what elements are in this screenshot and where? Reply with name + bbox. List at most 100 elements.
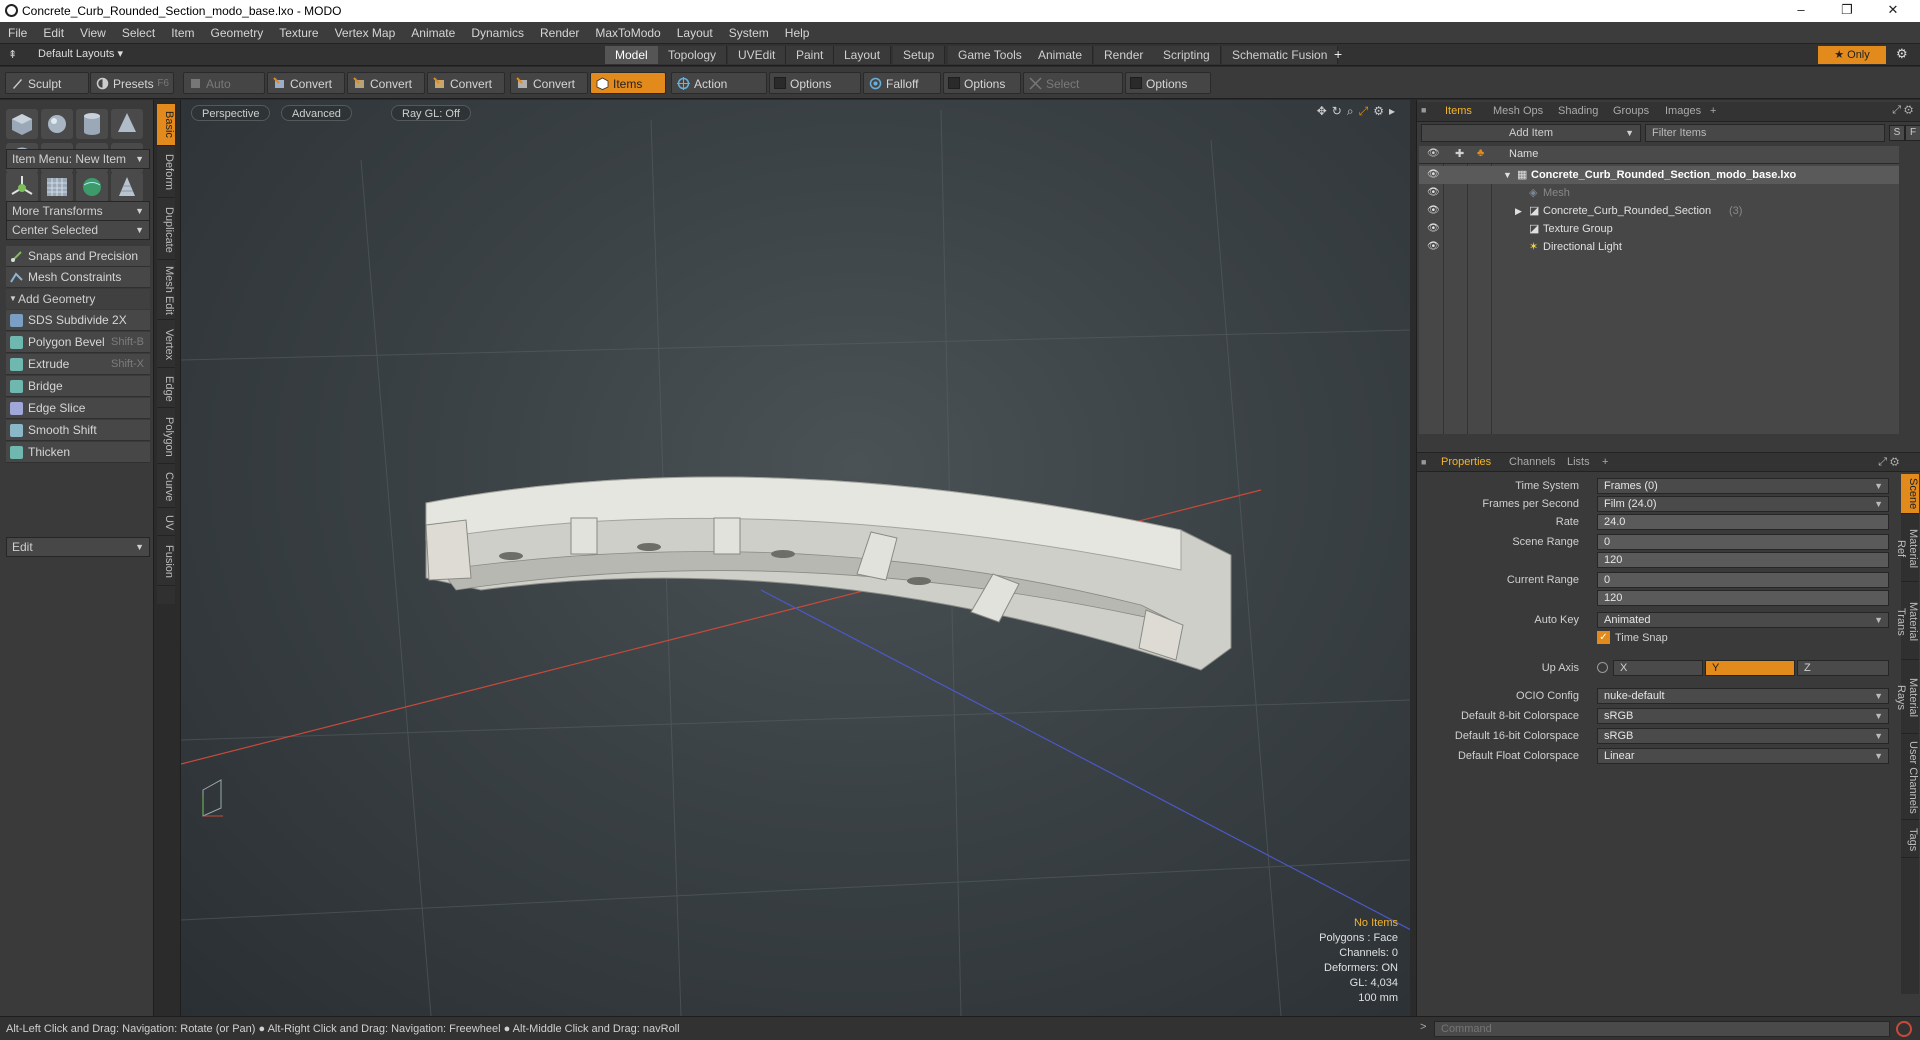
- vtab-material-rays[interactable]: Material Rays: [1895, 662, 1919, 734]
- environment-button[interactable]: [76, 172, 108, 202]
- layout-menu-icon[interactable]: ⇞: [8, 48, 17, 61]
- options-checkbox[interactable]: [774, 77, 786, 89]
- panel-expand-icon[interactable]: ⤢ ⚙: [1878, 456, 1899, 469]
- cone-primitive-button[interactable]: [111, 109, 143, 139]
- vtab-scene[interactable]: Scene: [1901, 474, 1919, 514]
- edge-slice-button[interactable]: Edge Slice: [6, 398, 150, 419]
- items-mode-button[interactable]: Items: [590, 72, 666, 94]
- vtab-fusion[interactable]: Fusion: [157, 538, 175, 586]
- mesh-constraints-button[interactable]: Mesh Constraints: [6, 267, 150, 288]
- vtab-uv[interactable]: UV: [157, 510, 175, 536]
- minimize-button[interactable]: –: [1778, 0, 1824, 22]
- menu-system[interactable]: System: [721, 22, 777, 44]
- menu-edit[interactable]: Edit: [35, 22, 72, 44]
- visibility-eye-icon[interactable]: 👁: [1427, 220, 1440, 234]
- auto-key-dropdown[interactable]: Animated ▼: [1597, 612, 1889, 628]
- viewport-settings-icon[interactable]: ⚙: [1373, 104, 1389, 118]
- vtab-tags[interactable]: Tags: [1901, 822, 1919, 858]
- convert-edges-button[interactable]: Convert: [347, 72, 425, 94]
- add-panel-tab[interactable]: +: [1700, 102, 1726, 120]
- tab-topology[interactable]: Topology: [658, 46, 728, 64]
- item-menu-dropdown[interactable]: Item Menu: New Item ▼: [6, 149, 150, 169]
- tab-groups[interactable]: Groups: [1603, 102, 1659, 120]
- tree-row-mesh[interactable]: 👁 ◈ Mesh: [1419, 184, 1899, 202]
- tab-mesh-ops[interactable]: Mesh Ops: [1483, 102, 1553, 120]
- current-range-end-input[interactable]: 120: [1597, 590, 1889, 606]
- select-through-options-button[interactable]: Options: [1125, 72, 1211, 94]
- viewport-expand-icon[interactable]: ▸: [1389, 104, 1400, 118]
- tab-schematic-fusion[interactable]: Schematic Fusion: [1222, 46, 1339, 64]
- menu-help[interactable]: Help: [777, 22, 818, 44]
- tab-game-tools[interactable]: Game Tools: [948, 46, 1033, 64]
- filter-items-input[interactable]: Filter Items: [1645, 124, 1885, 142]
- polygon-bevel-button[interactable]: Polygon Bevel Shift-B: [6, 332, 150, 353]
- menu-vertex-map[interactable]: Vertex Map: [327, 22, 404, 44]
- select-through-button[interactable]: Select Through: [1023, 72, 1123, 113]
- scene-range-end-input[interactable]: 120: [1597, 552, 1889, 568]
- rate-input[interactable]: 24.0: [1597, 514, 1889, 530]
- vtab-basic[interactable]: Basic: [157, 104, 175, 146]
- convert-items-button[interactable]: Convert: [510, 72, 588, 94]
- gear-icon[interactable]: ⚙: [1896, 46, 1908, 62]
- default-layouts-dropdown[interactable]: Default Layouts ▾: [38, 47, 123, 60]
- tab-setup[interactable]: Setup: [893, 46, 946, 64]
- visibility-eye-icon[interactable]: 👁: [1427, 166, 1440, 180]
- vtab-mesh-edit[interactable]: Mesh Edit: [157, 262, 175, 320]
- edit-dropdown[interactable]: Edit ▼: [6, 537, 150, 557]
- light-button[interactable]: [111, 172, 143, 202]
- colorspace-16bit-dropdown[interactable]: sRGB ▼: [1597, 728, 1889, 744]
- add-tab-button[interactable]: +: [1334, 46, 1342, 62]
- menu-maxtomodo[interactable]: MaxToModo: [587, 22, 668, 44]
- menu-layout[interactable]: Layout: [669, 22, 721, 44]
- fit-view-icon[interactable]: ⤢: [1359, 104, 1374, 118]
- menu-item[interactable]: Item: [163, 22, 202, 44]
- action-center-button[interactable]: Action Center: [671, 72, 767, 113]
- visibility-eye-icon[interactable]: 👁: [1427, 202, 1440, 216]
- command-input[interactable]: [1434, 1021, 1890, 1037]
- viewport-perspective-tab[interactable]: Perspective: [191, 105, 271, 121]
- filter-s-button[interactable]: S: [1889, 125, 1905, 141]
- visibility-eye-icon[interactable]: 👁: [1427, 238, 1440, 252]
- tab-channels[interactable]: Channels: [1499, 453, 1565, 471]
- viewport-advanced-tab[interactable]: Advanced: [281, 105, 352, 121]
- maximize-button[interactable]: ❐: [1824, 0, 1870, 22]
- filter-f-button[interactable]: F: [1905, 125, 1920, 141]
- up-axis-x-button[interactable]: X: [1613, 660, 1703, 676]
- menu-geometry[interactable]: Geometry: [203, 22, 272, 44]
- locator-button[interactable]: [6, 172, 38, 202]
- tab-model[interactable]: Model: [605, 46, 659, 64]
- falloff-button[interactable]: Falloff: [863, 72, 941, 94]
- tree-row-scene[interactable]: 👁 ▼ ▦ Concrete_Curb_Rounded_Section_modo…: [1419, 166, 1899, 184]
- bridge-button[interactable]: Bridge: [6, 376, 150, 397]
- move-view-icon[interactable]: ✥: [1317, 104, 1332, 118]
- menu-select[interactable]: Select: [114, 22, 163, 44]
- colorspace-float-dropdown[interactable]: Linear ▼: [1597, 748, 1889, 764]
- only-toggle[interactable]: ★ Only: [1818, 46, 1886, 64]
- menu-render[interactable]: Render: [532, 22, 587, 44]
- vtab-edge[interactable]: Edge: [157, 370, 175, 408]
- extrude-button[interactable]: Extrude Shift-X: [6, 354, 150, 375]
- sphere-primitive-button[interactable]: [41, 109, 73, 139]
- panel-expand-icon[interactable]: ⤢ ⚙: [1892, 104, 1913, 117]
- name-column-header[interactable]: Name: [1509, 148, 1538, 160]
- tab-uvedit[interactable]: UVEdit: [728, 46, 787, 64]
- cube-primitive-button[interactable]: [6, 109, 38, 139]
- time-system-dropdown[interactable]: Frames (0) ▼: [1597, 478, 1889, 494]
- snaps-and-precision-button[interactable]: Snaps and Precision: [6, 246, 150, 267]
- viewport-raygl-tab[interactable]: Ray GL: Off: [391, 105, 471, 121]
- panel-menu-icon[interactable]: ■: [1421, 457, 1426, 467]
- tab-properties[interactable]: Properties: [1431, 453, 1501, 471]
- convert-vertices-button[interactable]: Convert: [267, 72, 345, 94]
- up-axis-z-button[interactable]: Z: [1797, 660, 1889, 676]
- more-transforms-dropdown[interactable]: More Transforms ▼: [6, 201, 150, 221]
- tab-scripting[interactable]: Scripting: [1153, 46, 1221, 64]
- lock-column-icon[interactable]: ✚: [1455, 147, 1464, 160]
- rotate-view-icon[interactable]: ↻: [1332, 104, 1347, 118]
- center-selected-dropdown[interactable]: Center Selected ▼: [6, 220, 150, 240]
- convert-polygons-button[interactable]: Convert: [427, 72, 505, 94]
- tree-row-directional-light[interactable]: 👁 ✶ Directional Light: [1419, 238, 1899, 256]
- cylinder-primitive-button[interactable]: [76, 109, 108, 139]
- 3d-viewport[interactable]: Perspective Advanced Ray GL: Off ✥↻⌕⤢⚙▸ …: [180, 100, 1410, 1016]
- ocio-config-dropdown[interactable]: nuke-default ▼: [1597, 688, 1889, 704]
- menu-animate[interactable]: Animate: [403, 22, 463, 44]
